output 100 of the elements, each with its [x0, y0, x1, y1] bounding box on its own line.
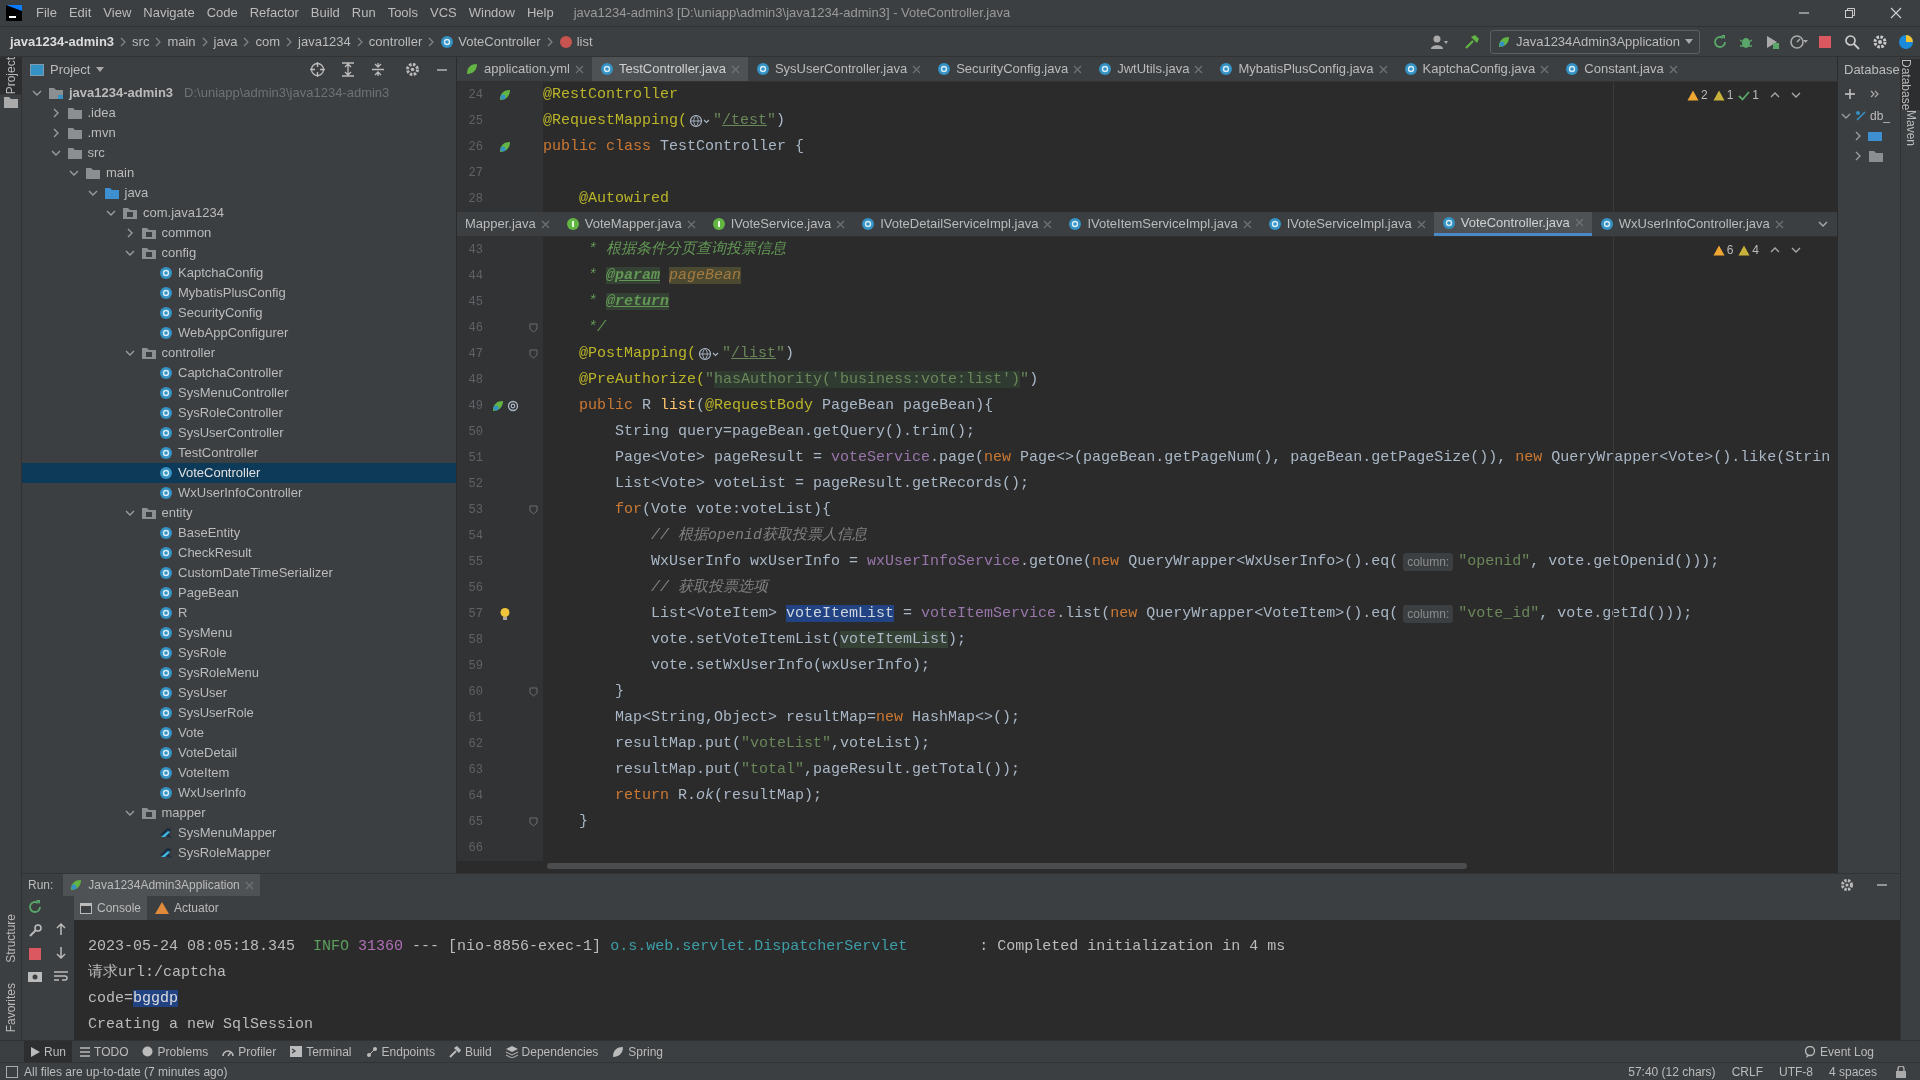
chevron-up-icon[interactable]	[1770, 245, 1780, 255]
tool-window-button[interactable]: Project	[0, 57, 22, 95]
tree-item[interactable]: CustomDateTimeSerializer	[22, 563, 456, 583]
tree-item[interactable]: SysMenuMapper	[22, 823, 456, 843]
breadcrumb-item[interactable]: java1234	[298, 31, 351, 52]
tree-item[interactable]: PageBean	[22, 583, 456, 603]
tree-item[interactable]: CheckResult	[22, 543, 456, 563]
coverage-icon[interactable]	[1764, 33, 1780, 50]
tree-item[interactable]: SysUserRole	[22, 703, 456, 723]
breadcrumb-item[interactable]: com	[255, 31, 281, 52]
camera-icon[interactable]	[28, 970, 42, 982]
chevron-down-icon[interactable]	[1791, 245, 1801, 255]
tree-item[interactable]: VoteDetail	[22, 743, 456, 763]
tree-item[interactable]: BaseEntity	[22, 523, 456, 543]
tool-window-button[interactable]: TODO	[74, 1040, 135, 1063]
editor-tab[interactable]: SecurityConfig.java	[929, 57, 1091, 81]
tool-window-button[interactable]: Terminal	[284, 1040, 358, 1063]
chevron-up-icon[interactable]	[1770, 90, 1780, 100]
run-configuration-dropdown[interactable]: Java1234Admin3Application	[1489, 29, 1700, 54]
tree-item[interactable]: SysUserController	[22, 423, 456, 443]
breadcrumb-item[interactable]: src	[132, 31, 150, 52]
editor-tab[interactable]: application.yml	[457, 57, 592, 81]
editor-tab[interactable]: IVoteService.java	[703, 212, 854, 236]
arrow-up-icon[interactable]	[55, 922, 67, 936]
editor-tab[interactable]: IVoteServiceImpl.java	[1259, 212, 1434, 236]
tree-item[interactable]: Vote	[22, 723, 456, 743]
settings-icon[interactable]	[1840, 878, 1854, 892]
tree-item[interactable]: mapper	[22, 803, 456, 823]
crosshair-icon[interactable]	[310, 62, 325, 77]
tool-window-button[interactable]: Build	[442, 1040, 498, 1063]
tree-item[interactable]: SysMenuController	[22, 383, 456, 403]
editor-tab[interactable]: IVoteItemServiceImpl.java	[1060, 212, 1260, 236]
editor-tab[interactable]: IVoteDetailServiceImpl.java	[853, 212, 1061, 236]
tree-item[interactable]: SysRole	[22, 643, 456, 663]
tree-item[interactable]: WxUserInfoController	[22, 483, 456, 503]
tool-window-button[interactable]: Endpoints	[359, 1040, 441, 1063]
tree-item[interactable]: SysMenu	[22, 623, 456, 643]
console-tab[interactable]: Console	[74, 896, 148, 920]
editor-tab[interactable]: WxUserInfoController.java	[1591, 212, 1792, 236]
editor-tab[interactable]: Constant.java	[1557, 57, 1686, 81]
tree-item[interactable]: TestController	[22, 443, 456, 463]
tree-item[interactable]: .mvn	[22, 123, 456, 143]
breadcrumb-item[interactable]: list	[558, 31, 593, 52]
menu-item[interactable]: Help	[520, 2, 560, 24]
chevron-down-icon[interactable]	[1791, 90, 1801, 100]
breadcrumb-item[interactable]: java	[213, 31, 238, 52]
menu-item[interactable]: VCS	[424, 2, 463, 24]
tree-item[interactable]: entity	[22, 503, 456, 523]
status-item[interactable]: UTF-8	[1773, 1062, 1818, 1080]
tree-item[interactable]: common	[22, 223, 456, 243]
settings-icon[interactable]	[405, 62, 420, 77]
collapse-all-icon[interactable]	[371, 62, 385, 77]
restore-icon[interactable]	[1844, 7, 1856, 19]
rerun-icon[interactable]	[1712, 33, 1728, 50]
tree-item[interactable]: SysRoleMenu	[22, 663, 456, 683]
tree-item[interactable]: VoteItem	[22, 763, 456, 783]
tool-window-button[interactable]: Favorites	[0, 982, 26, 1032]
double-chevron-icon[interactable]	[1870, 89, 1880, 99]
menu-item[interactable]: Code	[200, 2, 244, 24]
profile-icon[interactable]	[1790, 33, 1808, 50]
menu-item[interactable]: View	[97, 2, 138, 24]
expand-all-icon[interactable]	[341, 62, 355, 77]
breadcrumb-item[interactable]: controller	[368, 31, 423, 52]
tool-window-button[interactable]: Database	[1900, 59, 1920, 111]
tree-item[interactable]: java	[22, 183, 456, 203]
tree-item[interactable]: WxUserInfo	[22, 783, 456, 803]
plugin-logo-icon[interactable]	[1898, 33, 1914, 50]
tree-item[interactable]: com.java1234	[22, 203, 456, 223]
tool-window-button[interactable]: Dependencies	[499, 1040, 605, 1063]
wrench-icon[interactable]	[28, 924, 42, 938]
tree-item[interactable]: VoteController	[22, 463, 456, 483]
panel-title-dropdown[interactable]: Project	[50, 59, 105, 80]
tree-item[interactable]: MybatisPlusConfig	[22, 283, 456, 303]
editor-tab[interactable]: Mapper.java	[457, 212, 558, 236]
tree-item[interactable]: controller	[22, 343, 456, 363]
run-tab[interactable]: Java1234Admin3Application	[63, 874, 260, 896]
menu-item[interactable]: Tools	[381, 2, 424, 24]
menu-item[interactable]: Window	[462, 2, 521, 24]
hammer-icon[interactable]	[1463, 33, 1480, 50]
tree-item[interactable]: SysRoleMapper	[22, 843, 456, 863]
tree-item[interactable]: SysUser	[22, 683, 456, 703]
tree-item[interactable]: config	[22, 243, 456, 263]
tree-item[interactable]: SysRoleController	[22, 403, 456, 423]
tree-item[interactable]: .idea	[22, 103, 456, 123]
tree-item[interactable]: KaptchaConfig	[22, 263, 456, 283]
search-icon[interactable]	[1844, 33, 1860, 50]
arrow-down-icon[interactable]	[55, 946, 67, 960]
status-item[interactable]: 4 spaces	[1823, 1062, 1882, 1080]
rerun-icon[interactable]	[28, 900, 42, 914]
editor-tab[interactable]: VoteMapper.java	[557, 212, 704, 236]
close-icon[interactable]	[1890, 7, 1902, 19]
status-item[interactable]: 57:40 (12 chars)	[1623, 1062, 1721, 1080]
tool-window-button[interactable]: Spring	[606, 1040, 669, 1063]
menu-item[interactable]: File	[30, 2, 63, 24]
console-tab[interactable]: Actuator	[149, 896, 225, 920]
tree-item[interactable]: SecurityConfig	[22, 303, 456, 323]
tool-window-button[interactable]: Run	[24, 1040, 72, 1063]
editor-tab[interactable]: JwtUtils.java	[1090, 57, 1212, 81]
settings-icon[interactable]	[1872, 33, 1888, 50]
editor-tab[interactable]: KaptchaConfig.java	[1395, 57, 1558, 81]
